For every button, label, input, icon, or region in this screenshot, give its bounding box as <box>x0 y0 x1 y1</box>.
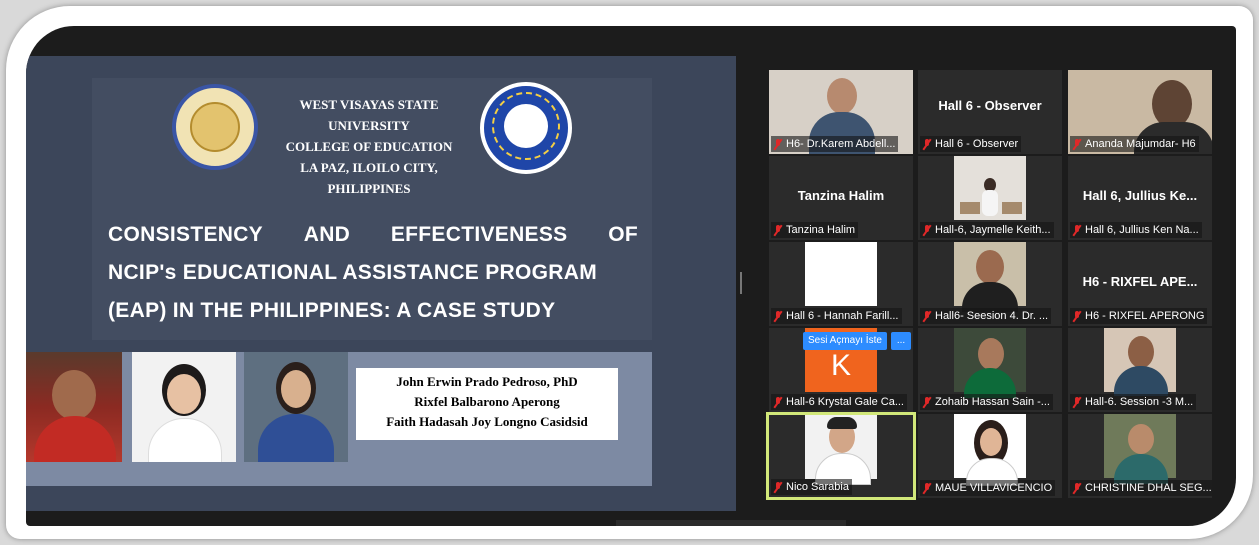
participant-tile[interactable]: Tanzina Halim Tanzina Halim <box>769 156 913 240</box>
author-name: Faith Hadasah Joy Longno Casidsid <box>386 414 588 429</box>
muted-mic-icon <box>1072 396 1082 408</box>
muted-mic-icon <box>773 481 783 493</box>
panel-splitter-handle[interactable] <box>740 272 742 294</box>
muted-mic-icon <box>773 396 783 408</box>
author-name: John Erwin Prado Pedroso, PhD <box>396 374 578 389</box>
shared-screen: WEST VISAYAS STATE UNIVERSITY COLLEGE OF… <box>26 56 736 511</box>
muted-mic-icon <box>922 138 932 150</box>
slide-title-word: EFFECTIVENESS <box>390 223 568 246</box>
university-name: WEST VISAYAS STATE UNIVERSITY <box>299 97 439 133</box>
meeting-controls-strip <box>616 520 846 526</box>
participant-tile[interactable]: CHRISTINE DHAL SEG... <box>1068 414 1212 498</box>
participant-tile[interactable]: Hall-6. Session -3 M... <box>1068 328 1212 412</box>
participant-tile[interactable]: Hall 6 - Hannah Farill... <box>769 242 913 326</box>
participant-tile[interactable]: Ananda Majumdar- H6 <box>1068 70 1212 154</box>
slide-title: CONSISTENCY AND EFFECTIVENESS OF NCIP's … <box>108 216 638 330</box>
muted-mic-icon <box>773 310 783 322</box>
zoom-meeting-window: WEST VISAYAS STATE UNIVERSITY COLLEGE OF… <box>26 26 1236 526</box>
participant-tile[interactable]: H6- Dr.Karem Abdell... <box>769 70 913 154</box>
muted-mic-icon <box>773 138 783 150</box>
muted-mic-icon <box>1072 482 1082 494</box>
participant-name-label: Zohaib Hassan Sain -... <box>920 394 1053 410</box>
slide-title-line: (EAP) IN THE PHILIPPINES: A CASE STUDY <box>108 299 556 322</box>
participant-tile[interactable]: K Sesi Açmayı İste ... Hall-6 Krystal Ga… <box>769 328 913 412</box>
muted-mic-icon <box>1072 138 1082 150</box>
author-photo <box>244 352 348 462</box>
participant-name-label: Hall 6 - Observer <box>920 136 1022 152</box>
participant-tile[interactable]: MAUE VILLAVICENCIO <box>918 414 1062 498</box>
university-header: WEST VISAYAS STATE UNIVERSITY COLLEGE OF… <box>258 94 480 199</box>
participant-name-label: Hall 6 - Hannah Farill... <box>771 308 902 324</box>
participant-tile[interactable]: Zohaib Hassan Sain -... <box>918 328 1062 412</box>
slide-title-word: CONSISTENCY <box>108 223 263 246</box>
participant-tile[interactable]: Hall 6 - Observer Hall 6 - Observer <box>918 70 1062 154</box>
university-address: LA PAZ, ILOILO CITY, PHILIPPINES <box>300 160 438 196</box>
participant-tile[interactable]: Hall 6, Jullius Ke... Hall 6, Jullius Ke… <box>1068 156 1212 240</box>
participant-tile-active-speaker[interactable]: Nico Sarabia <box>766 412 916 500</box>
participant-tile[interactable]: Hall-6, Jaymelle Keith... <box>918 156 1062 240</box>
wvsu-seal-logo <box>172 84 258 170</box>
avatar-initial: K <box>830 349 851 382</box>
participant-display-name: Tanzina Halim <box>797 188 885 203</box>
more-options-button[interactable]: ... <box>891 332 911 350</box>
author-names: John Erwin Prado Pedroso, PhD Rixfel Bal… <box>356 368 618 440</box>
college-name: COLLEGE OF EDUCATION <box>285 139 453 154</box>
participant-display-name: H6 - RIXFEL APE... <box>1082 274 1198 289</box>
muted-mic-icon <box>922 310 932 322</box>
author-photo <box>26 352 122 462</box>
participant-display-name: Hall 6 - Observer <box>938 98 1042 113</box>
participant-name-label: Ananda Majumdar- H6 <box>1070 136 1199 152</box>
participant-name-label: Hall6- Seesion 4. Dr. ... <box>920 308 1052 324</box>
participant-name-label: Hall-6. Session -3 M... <box>1070 394 1197 410</box>
participant-tile[interactable]: Hall6- Seesion 4. Dr. ... <box>918 242 1062 326</box>
participant-name-label: Hall 6, Jullius Ken Na... <box>1070 222 1202 238</box>
ask-to-unmute-button[interactable]: Sesi Açmayı İste <box>803 332 887 350</box>
participant-tile[interactable]: H6 - RIXFEL APE... H6 - RIXFEL APERONG <box>1068 242 1212 326</box>
participant-name-label: H6 - RIXFEL APERONG <box>1070 308 1208 324</box>
participant-name-label: Nico Sarabia <box>771 479 852 495</box>
muted-mic-icon <box>1072 224 1082 236</box>
participant-name-label: Hall-6, Jaymelle Keith... <box>920 222 1054 238</box>
college-of-education-logo <box>480 82 572 174</box>
participant-name-label: Hall-6 Krystal Gale Ca... <box>771 394 907 410</box>
author-photo <box>132 352 236 462</box>
muted-mic-icon <box>922 396 932 408</box>
author-name: Rixfel Balbarono Aperong <box>414 394 560 409</box>
participant-name-label: MAUE VILLAVICENCIO <box>920 480 1056 496</box>
participant-name-label: H6- Dr.Karem Abdell... <box>771 136 899 152</box>
participant-name-label: CHRISTINE DHAL SEG... <box>1070 480 1212 496</box>
participant-display-name: Hall 6, Jullius Ke... <box>1082 188 1198 203</box>
slide-title-line: NCIP's EDUCATIONAL ASSISTANCE PROGRAM <box>108 261 598 284</box>
muted-mic-icon <box>773 224 783 236</box>
muted-mic-icon <box>1072 310 1082 322</box>
muted-mic-icon <box>922 482 932 494</box>
muted-mic-icon <box>922 224 932 236</box>
slide-title-word: OF <box>608 223 638 246</box>
slide-title-word: AND <box>303 223 351 246</box>
participant-name-label: Tanzina Halim <box>771 222 859 238</box>
